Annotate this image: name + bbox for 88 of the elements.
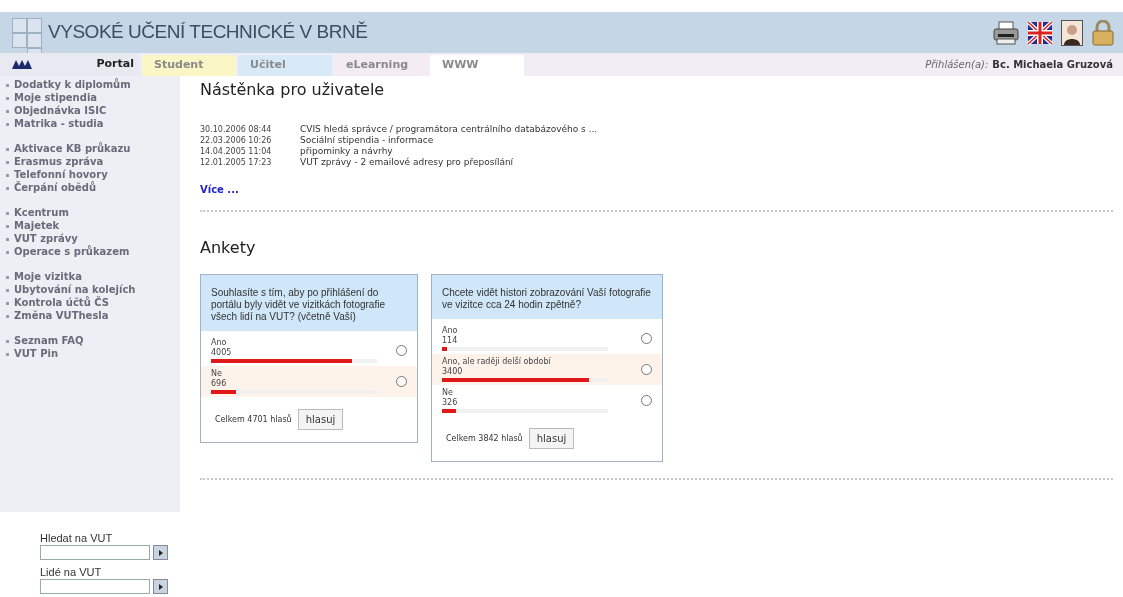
bullet-icon bbox=[6, 302, 9, 305]
vote-count: 3400 bbox=[442, 367, 464, 377]
poll-question: Souhlasíte s tím, aby po přihlášení do portálu byly vidět ve vizitkách fotografie všech lidí na VUT? (včetně Vaší) bbox=[201, 275, 417, 331]
go-button[interactable] bbox=[153, 545, 168, 560]
sidebar-link[interactable]: Operace s průkazem bbox=[14, 245, 174, 258]
sidebar-link[interactable]: Moje vizitka bbox=[14, 270, 174, 283]
tab[interactable]: Student bbox=[142, 55, 236, 76]
vote-count: 696 bbox=[211, 379, 228, 389]
lock-icon[interactable] bbox=[1091, 19, 1115, 46]
sidebar-link[interactable]: Matrika - studia bbox=[14, 117, 174, 130]
news-date: 22.03.2006 10:26 bbox=[200, 135, 273, 146]
profile-icon[interactable] bbox=[1061, 19, 1083, 46]
bullet-icon bbox=[6, 110, 9, 113]
poll-question: Chcete vidět histori zobrazování Vaší fotografie ve vizitce cca 24 hodin zpětně? bbox=[432, 275, 662, 319]
arrow-icon bbox=[158, 583, 163, 590]
radio-button[interactable] bbox=[396, 345, 407, 356]
news-link[interactable]: CVIS hledá správce / programátora centrálního databázového s ... bbox=[300, 124, 598, 135]
bullet-icon bbox=[6, 225, 9, 228]
bullet-icon bbox=[6, 276, 9, 279]
vote-button[interactable]: hlasuj bbox=[297, 409, 344, 430]
bullet-icon bbox=[6, 84, 9, 87]
radio-button[interactable] bbox=[641, 395, 652, 406]
option-label: Ano bbox=[442, 326, 459, 336]
printer-icon[interactable] bbox=[993, 19, 1019, 46]
sidebar-link[interactable]: VUT zprávy bbox=[14, 232, 174, 245]
sidebar-link[interactable]: Ubytování na kolejích bbox=[14, 283, 174, 296]
sidebar-link[interactable]: Kcentrum bbox=[14, 206, 174, 219]
sidebar-link[interactable]: VUT Pin bbox=[14, 347, 174, 360]
search-label: Hledat na VUT bbox=[40, 532, 114, 545]
polls-title: Ankety bbox=[200, 237, 257, 259]
radio-button[interactable] bbox=[641, 333, 652, 344]
radio-button[interactable] bbox=[641, 364, 652, 375]
option-label: Ano bbox=[211, 338, 228, 348]
bullet-icon bbox=[6, 212, 9, 215]
sidebar-link[interactable]: Aktivace KB průkazu bbox=[14, 142, 174, 155]
site-title: VYSOKÉ UČENÍ TECHNICKÉ V BRNĚ bbox=[48, 20, 368, 45]
bullet-icon bbox=[6, 353, 9, 356]
bullet-icon bbox=[6, 251, 9, 254]
news-link[interactable]: VUT zprávy - 2 emailové adresy pro přeposílání bbox=[300, 157, 514, 168]
bullet-icon bbox=[6, 97, 9, 100]
vote-count: 326 bbox=[442, 398, 459, 408]
board-title: Nástěnka pro uživatele bbox=[200, 79, 386, 101]
news-link[interactable]: připominky a návrhy bbox=[300, 146, 393, 157]
sidebar-link[interactable]: Majetek bbox=[14, 219, 174, 232]
news-date: 30.10.2006 08:44 bbox=[200, 124, 273, 135]
vote-count: 4005 bbox=[211, 348, 233, 358]
login-label: Přihlášen(a): bbox=[925, 58, 989, 72]
sidebar-link[interactable]: Erasmus zpráva bbox=[14, 155, 174, 168]
flag-icon[interactable] bbox=[1027, 19, 1053, 46]
bullet-icon bbox=[6, 315, 9, 318]
bullet-icon bbox=[6, 174, 9, 177]
bullet-icon bbox=[6, 161, 9, 164]
sidebar-link[interactable]: Dodatky k diplomům bbox=[14, 78, 174, 91]
user-name: Bc. Michaela Gruzová bbox=[992, 58, 1113, 72]
search-label: Lidé na VUT bbox=[40, 566, 103, 579]
bullet-icon bbox=[6, 123, 9, 126]
news-date: 12.01.2005 17:23 bbox=[200, 157, 273, 168]
sidebar-link[interactable]: Změna VUThesla bbox=[14, 309, 174, 322]
tab[interactable]: Portal bbox=[42, 53, 140, 76]
sidebar-link[interactable]: Telefonní hovory bbox=[14, 168, 174, 181]
option-label: Ne bbox=[211, 369, 223, 379]
bullet-icon bbox=[6, 187, 9, 190]
tab[interactable]: WWW bbox=[430, 55, 524, 76]
bullet-icon bbox=[6, 289, 9, 292]
vote-count: 114 bbox=[442, 336, 459, 346]
university-logo-icon bbox=[12, 60, 32, 69]
option-label: Ne bbox=[442, 388, 454, 398]
tab[interactable]: Učitel bbox=[238, 55, 332, 76]
sidebar-link[interactable]: Kontrola účtů ČS bbox=[14, 296, 174, 309]
more-link[interactable]: Více ... bbox=[200, 182, 239, 197]
search-field[interactable] bbox=[40, 545, 150, 560]
go-button[interactable] bbox=[153, 579, 168, 594]
radio-button[interactable] bbox=[396, 376, 407, 387]
vote-total: Celkem 4701 hlasů bbox=[215, 413, 292, 426]
sidebar-link[interactable]: Moje stipendia bbox=[14, 91, 174, 104]
bullet-icon bbox=[6, 340, 9, 343]
search-field[interactable] bbox=[40, 579, 150, 594]
news-date: 14.04.2005 11:04 bbox=[200, 146, 273, 157]
sidebar-link[interactable]: Objednávka ISIC bbox=[14, 104, 174, 117]
bullet-icon bbox=[6, 238, 9, 241]
sidebar-link[interactable]: Čerpání obědů bbox=[14, 181, 174, 194]
bullet-icon bbox=[6, 148, 9, 151]
vote-total: Celkem 3842 hlasů bbox=[446, 432, 523, 445]
option-label: Ano, ale raději delší období bbox=[442, 357, 552, 367]
news-link[interactable]: Sociální stipendia - informace bbox=[300, 135, 434, 146]
arrow-icon bbox=[158, 549, 163, 556]
sidebar-link[interactable]: Seznam FAQ bbox=[14, 334, 174, 347]
vote-button[interactable]: hlasuj bbox=[528, 428, 575, 449]
